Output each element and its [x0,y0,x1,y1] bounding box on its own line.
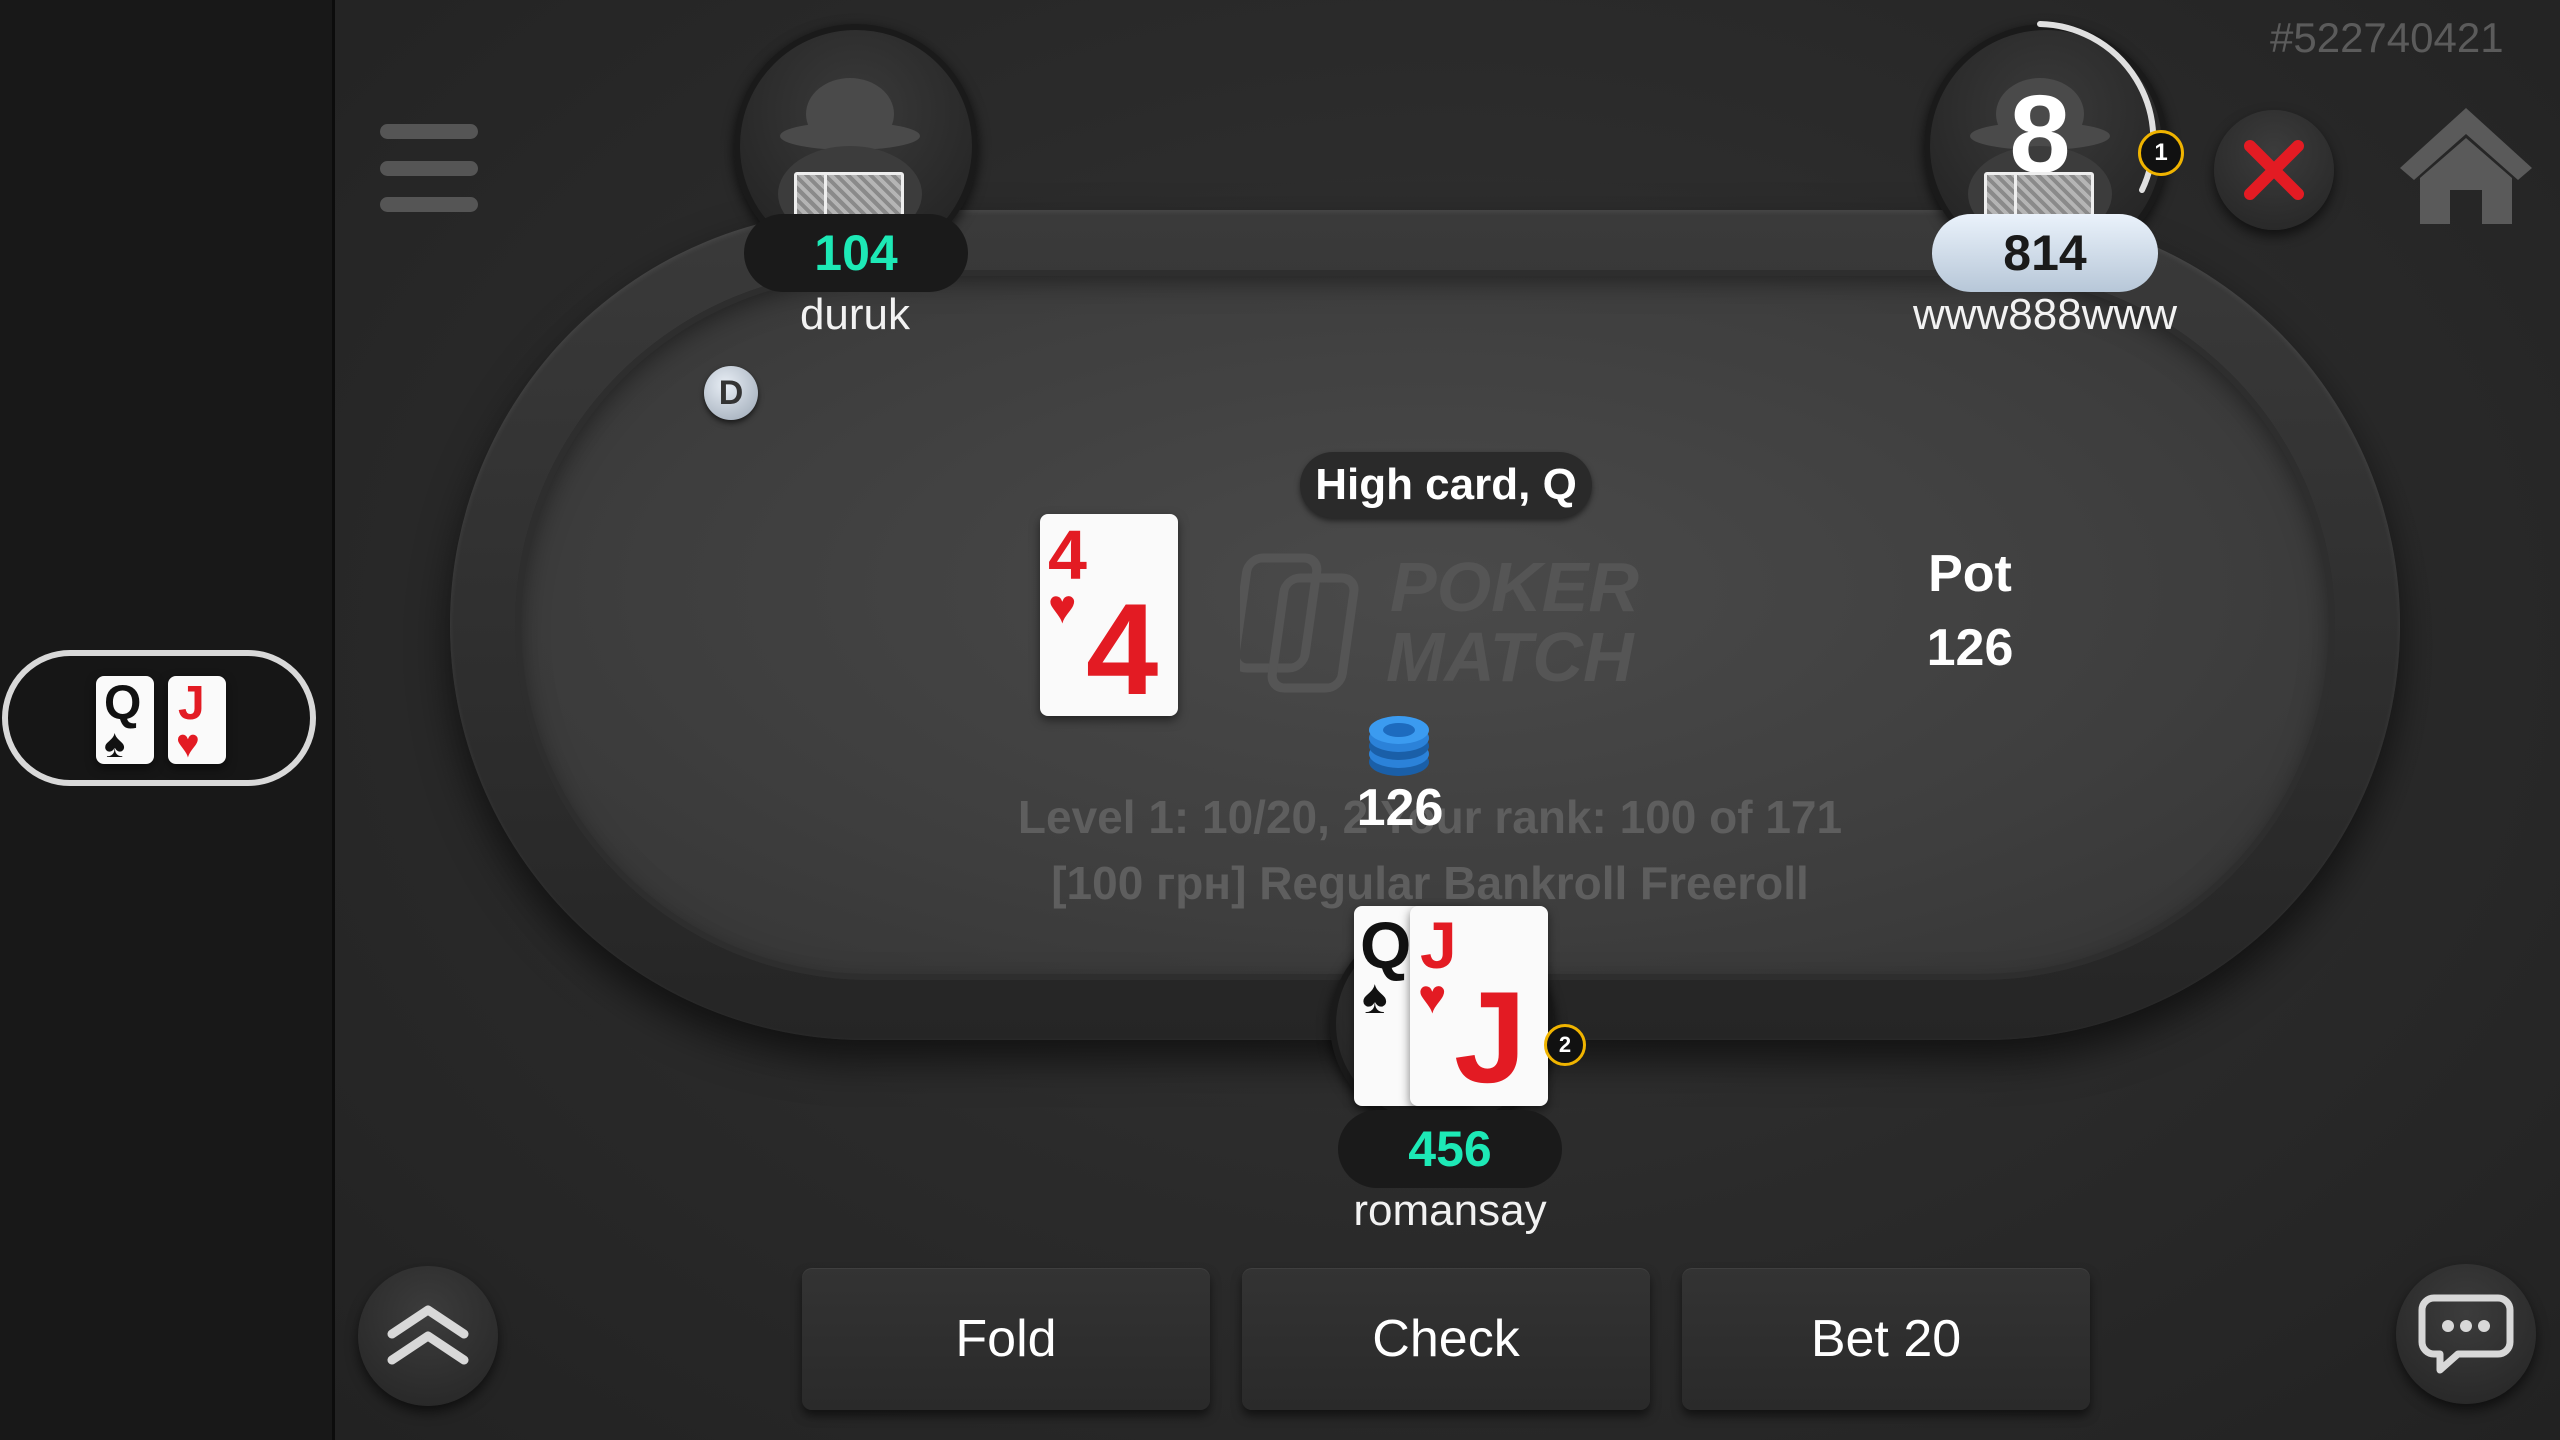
pot-amount: 126 [1926,619,2014,677]
mini-hand-display[interactable]: Q ♠ J ♥ [2,650,316,786]
fold-button[interactable]: Fold [802,1268,1210,1410]
logo-line2: MATCH [1386,618,1634,696]
close-icon [2244,140,2304,200]
mini-card-queen-spades: Q ♠ [96,676,154,764]
mini-card-suit: ♠ [104,722,126,764]
home-button[interactable] [2396,100,2536,230]
mini-card-rank: J [178,677,205,730]
player-name-top-right: www888www [1912,290,2178,339]
chat-bubble-icon [2418,1294,2514,1374]
card-rank-small: Q [1360,908,1412,982]
close-button[interactable] [2214,110,2334,230]
logo-mark-icon [1240,553,1359,693]
logo-line1: POKER [1390,548,1639,626]
poker-match-logo: POKER MATCH [1240,548,1660,698]
card-suit-small: ♥ [1418,971,1447,1024]
timer-badge-top-right: 1 [2138,130,2184,176]
hero-stack: 456 [1338,1110,1562,1188]
community-card-four-hearts: 4 ♥ 4 [1040,514,1178,716]
card-rank-small: 4 [1048,516,1087,594]
chip-stack-icon [1366,706,1432,780]
card-suit-small: ♥ [1048,581,1077,634]
mini-card-rank: Q [104,677,142,730]
pot-label: Pot [1928,545,2012,603]
chevron-up-double-icon [387,1305,469,1365]
chat-button[interactable] [2396,1264,2536,1404]
card-rank-big: 4 [1086,576,1159,716]
home-icon [2400,108,2532,224]
hand-strength-label: High card, Q [1300,452,1592,518]
timer-badge-hero: 2 [1544,1024,1586,1066]
timer-badge-text: 2 [1558,1032,1572,1057]
card-rank-big: J [1454,964,1527,1106]
card-rank-small: J [1420,908,1457,982]
hamburger-icon[interactable] [380,124,478,212]
expand-button[interactable] [358,1266,498,1406]
hand-strength-text: High card, Q [1315,460,1577,509]
table-id: #522740421 [2270,14,2504,61]
dealer-button: D [704,366,758,420]
player-stack-top-right: 814 [1932,214,2158,292]
hero-name: romansay [1353,1186,1547,1235]
center-bet-amount: 126 [1356,779,1444,837]
hero-card-jack-hearts: J ♥ J [1410,906,1548,1106]
card-suit-small: ♠ [1362,971,1388,1024]
mini-card-jack-hearts: J ♥ [168,676,226,764]
tournament-name: [100 грн] Regular Bankroll Freeroll [1051,857,1809,909]
timer-badge-text: 1 [2154,139,2168,166]
player-name-top-left: duruk [799,290,911,339]
mini-card-suit: ♥ [176,722,200,764]
bet-button[interactable]: Bet 20 [1682,1268,2090,1410]
check-button[interactable]: Check [1242,1268,1650,1410]
dealer-label: D [718,373,744,412]
player-stack-top-left: 104 [744,214,968,292]
